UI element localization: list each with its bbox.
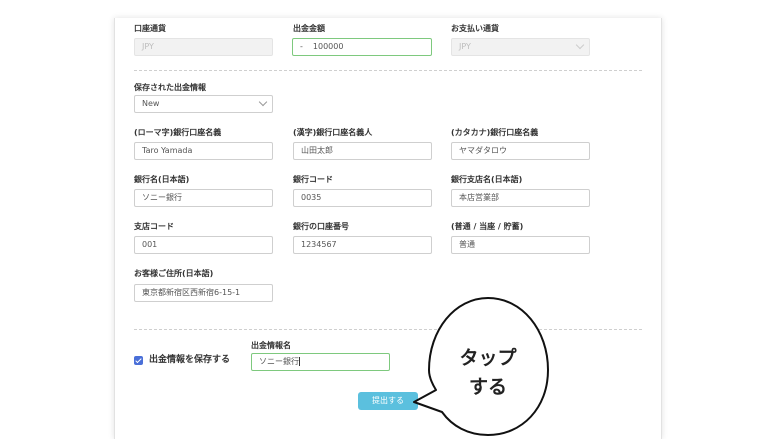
saved-info-select[interactable]: New: [134, 95, 273, 113]
account-currency-field: JPY: [134, 38, 273, 56]
save-name-input[interactable]: ソニー銀行: [251, 353, 390, 371]
account-number-label: 銀行の口座番号: [293, 222, 349, 231]
account-type-label: (普通 / 当座 / 貯蓄): [451, 222, 524, 231]
payment-currency-label: お支払い通貨: [451, 24, 499, 33]
branch-name-input[interactable]: 本店営業部: [451, 189, 590, 207]
divider: [134, 70, 642, 71]
bank-code-input[interactable]: 0035: [293, 189, 432, 207]
withdrawal-amount-input[interactable]: -100000: [292, 38, 432, 56]
kanji-name-label: (漢字)銀行口座名義人: [293, 128, 373, 137]
roman-name-value: Taro Yamada: [142, 146, 193, 155]
account-type-input[interactable]: 普通: [451, 236, 590, 254]
payment-currency-select: JPY: [451, 38, 590, 56]
amount-prefix: -: [300, 42, 303, 51]
save-name-label: 出金情報名: [251, 341, 291, 350]
bank-code-value: 0035: [301, 193, 322, 202]
branch-code-input[interactable]: 001: [134, 236, 273, 254]
save-name-value: ソニー銀行: [259, 357, 299, 366]
bank-name-value: ソニー銀行: [142, 193, 182, 202]
saved-info-label: 保存された出金情報: [134, 83, 206, 92]
kanji-name-value: 山田太郎: [301, 146, 333, 155]
amount-value: 100000: [312, 42, 344, 51]
account-currency-value: JPY: [142, 42, 154, 51]
withdrawal-amount-label: 出金金額: [293, 24, 325, 33]
bank-code-label: 銀行コード: [293, 175, 333, 184]
callout-text-line2: する: [468, 376, 507, 398]
save-info-checkbox[interactable]: [134, 356, 143, 365]
saved-info-value: New: [142, 99, 160, 108]
branch-code-label: 支店コード: [134, 222, 174, 231]
chevron-down-icon: [258, 97, 268, 107]
roman-name-label: (ローマ字)銀行口座名義: [134, 128, 222, 137]
account-number-input[interactable]: 1234567: [293, 236, 432, 254]
bank-name-label: 銀行名(日本語): [134, 175, 190, 184]
address-label: お客様ご住所(日本語): [134, 269, 214, 278]
account-type-value: 普通: [459, 240, 475, 249]
account-number-value: 1234567: [301, 240, 337, 249]
branch-name-value: 本店営業部: [459, 193, 499, 202]
kanji-name-input[interactable]: 山田太郎: [293, 142, 432, 160]
save-info-checkbox-label: 出金情報を保存する: [149, 355, 231, 365]
chevron-down-icon: [575, 40, 585, 50]
kana-name-input[interactable]: ヤマダタロウ: [451, 142, 590, 160]
withdrawal-form-panel: [114, 18, 662, 439]
bank-name-input[interactable]: ソニー銀行: [134, 189, 273, 207]
address-input[interactable]: 東京都新宿区西新宿6-15-1: [134, 284, 273, 302]
kana-name-value: ヤマダタロウ: [459, 146, 507, 155]
text-cursor: [299, 357, 300, 366]
payment-currency-value: JPY: [459, 42, 471, 51]
kana-name-label: (カタカナ)銀行口座名義: [451, 128, 539, 137]
address-value: 東京都新宿区西新宿6-15-1: [142, 288, 241, 297]
branch-name-label: 銀行支店名(日本語): [451, 175, 523, 184]
callout-text-line1: タップ: [459, 347, 517, 369]
account-currency-label: 口座通貨: [134, 24, 166, 33]
roman-name-input[interactable]: Taro Yamada: [134, 142, 273, 160]
branch-code-value: 001: [142, 240, 158, 249]
